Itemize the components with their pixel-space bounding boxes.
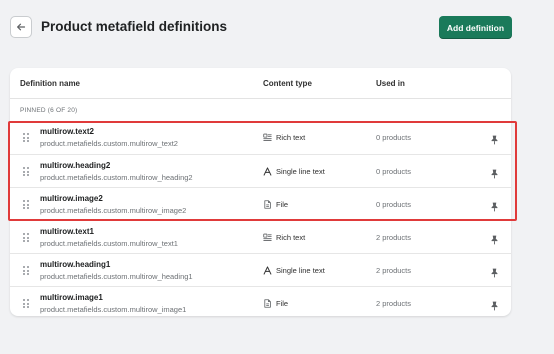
pin-icon[interactable] [490,298,499,311]
content-type-label: File [276,200,289,209]
pinned-section-label: PINNED (6 OF 20) [20,107,78,114]
table-row[interactable]: multirow.image1 product.metafields.custom… [10,286,511,316]
table-row[interactable]: multirow.image2 product.metafields.custom… [10,187,511,220]
content-type-label: Single line text [276,167,325,176]
content-type-cell: Single line text [263,265,325,276]
definition-name[interactable]: multirow.image2 [40,194,103,203]
content-type-label: Rich text [276,133,306,142]
definition-name[interactable]: multirow.heading2 [40,161,110,170]
pin-icon[interactable] [490,166,499,179]
definition-key: product.metafields.custom.multirow_headi… [40,173,193,182]
text-icon [263,167,272,176]
column-header-name: Definition name [20,79,81,88]
definition-key: product.metafields.custom.multirow_image… [40,305,187,314]
definitions-list: multirow.text2 product.metafields.custom.… [10,121,511,316]
drag-handle-icon[interactable] [23,133,29,142]
definitions-card: Definition name Content type Used in PIN… [10,68,511,316]
column-header-used-in: Used in [376,79,405,88]
pin-icon[interactable] [490,232,499,245]
pin-icon[interactable] [490,265,499,278]
content-type-cell: File [263,199,288,210]
table-row[interactable]: multirow.heading2 product.metafields.cust… [10,154,511,187]
used-in-count: 2 products [376,233,412,242]
pin-icon[interactable] [490,199,499,212]
pin-icon[interactable] [490,132,499,145]
add-definition-button[interactable]: Add definition [439,16,512,39]
rich-text-icon [263,233,272,242]
page-title: Product metafield definitions [41,19,228,34]
content-type-label: Rich text [276,233,306,242]
table-row[interactable]: multirow.text1 product.metafields.custom.… [10,220,511,253]
back-button[interactable] [10,16,32,38]
definition-key: product.metafields.custom.multirow_text1 [40,239,178,248]
drag-handle-icon[interactable] [23,233,29,242]
page-header: Product metafield definitions Add defini… [10,16,512,42]
definition-key: product.metafields.custom.multirow_image… [40,206,187,215]
content-type-cell: Single line text [263,166,325,177]
definition-name[interactable]: multirow.text2 [40,127,94,136]
content-type-cell: File [263,298,288,309]
content-type-label: File [276,299,289,308]
table-row[interactable]: multirow.text2 product.metafields.custom.… [10,121,511,154]
content-type-cell: Rich text [263,132,305,143]
definition-key: product.metafields.custom.multirow_headi… [40,272,193,281]
used-in-count: 2 products [376,266,412,275]
used-in-count: 0 products [376,200,412,209]
table-header: Definition name Content type Used in [10,68,511,99]
used-in-count: 2 products [376,299,412,308]
drag-handle-icon[interactable] [23,299,29,308]
content-type-label: Single line text [276,266,325,275]
file-icon [263,299,272,308]
rich-text-icon [263,133,272,142]
drag-handle-icon[interactable] [23,167,29,176]
used-in-count: 0 products [376,167,412,176]
file-icon [263,200,272,209]
definition-name[interactable]: multirow.heading1 [40,260,110,269]
column-header-content-type: Content type [263,79,312,88]
table-row[interactable]: multirow.heading1 product.metafields.cust… [10,253,511,286]
arrow-left-icon [17,23,26,31]
definition-key: product.metafields.custom.multirow_text2 [40,139,178,148]
definition-name[interactable]: multirow.text1 [40,227,94,236]
definition-name[interactable]: multirow.image1 [40,293,103,302]
drag-handle-icon[interactable] [23,266,29,275]
text-icon [263,266,272,275]
drag-handle-icon[interactable] [23,200,29,209]
content-type-cell: Rich text [263,232,305,243]
used-in-count: 0 products [376,133,412,142]
